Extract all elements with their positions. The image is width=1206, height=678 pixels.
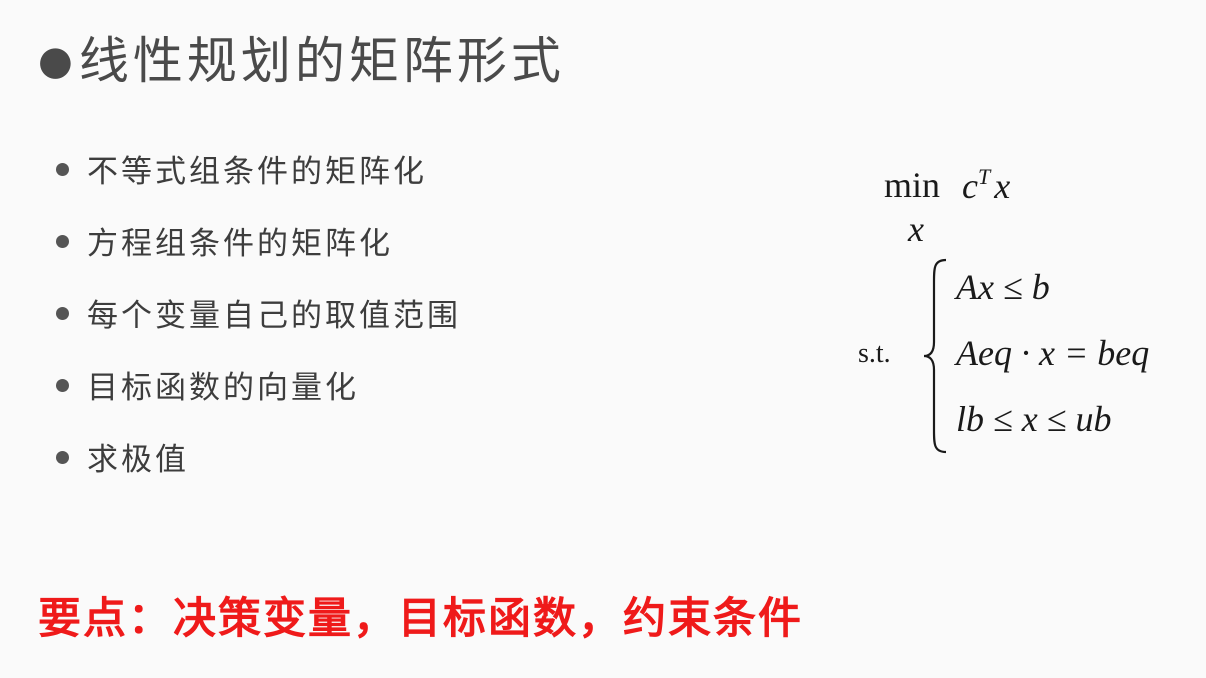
- formula-objective-coef: c: [962, 166, 978, 206]
- bullet-list: 不等式组条件的矩阵化 方程组条件的矩阵化 每个变量自己的取值范围 目标函数的向量…: [56, 146, 461, 506]
- slide-title: ●线性规划的矩阵形式: [38, 36, 565, 86]
- constraint-equality: Aeq · x = beq: [956, 333, 1150, 373]
- linear-program-formula: min cT x x s.t. Ax ≤ b Aeq · x = beq lb ≤…: [850, 150, 1190, 460]
- bullet-text: 方程组条件的矩阵化: [87, 226, 393, 262]
- bullet-item: 求极值: [56, 434, 461, 506]
- bullet-item: 目标函数的向量化: [56, 362, 461, 434]
- formula-objective: cT x: [962, 164, 1010, 207]
- bullet-text: 求极值: [87, 442, 189, 478]
- key-point: 要点：决策变量，目标函数，约束条件: [38, 594, 803, 644]
- formula-objective-transpose: T: [977, 164, 991, 189]
- bullet-text: 目标函数的向量化: [87, 370, 359, 406]
- bullet-dot: [56, 235, 69, 248]
- title-bullet: ●: [38, 38, 77, 84]
- bullet-text: 不等式组条件的矩阵化: [87, 154, 427, 190]
- constraint-inequality: Ax ≤ b: [956, 267, 1050, 307]
- bullet-item: 不等式组条件的矩阵化: [56, 146, 461, 218]
- formula-min-word: min: [884, 165, 941, 205]
- bullet-item: 每个变量自己的取值范围: [56, 290, 461, 362]
- constraint-bounds: lb ≤ x ≤ ub: [956, 399, 1112, 439]
- formula-st-label: s.t.: [858, 338, 891, 369]
- formula-objective-var: x: [994, 166, 1011, 206]
- constraint-brace-icon: [923, 258, 947, 454]
- formula-min-var: x: [908, 209, 924, 249]
- bullet-dot: [56, 307, 69, 320]
- bullet-item: 方程组条件的矩阵化: [56, 218, 461, 290]
- bullet-text: 每个变量自己的取值范围: [87, 298, 461, 334]
- title-text: 线性规划的矩阵形式: [78, 32, 565, 90]
- bullet-dot: [56, 379, 69, 392]
- bullet-dot: [56, 451, 69, 464]
- bullet-dot: [56, 163, 69, 176]
